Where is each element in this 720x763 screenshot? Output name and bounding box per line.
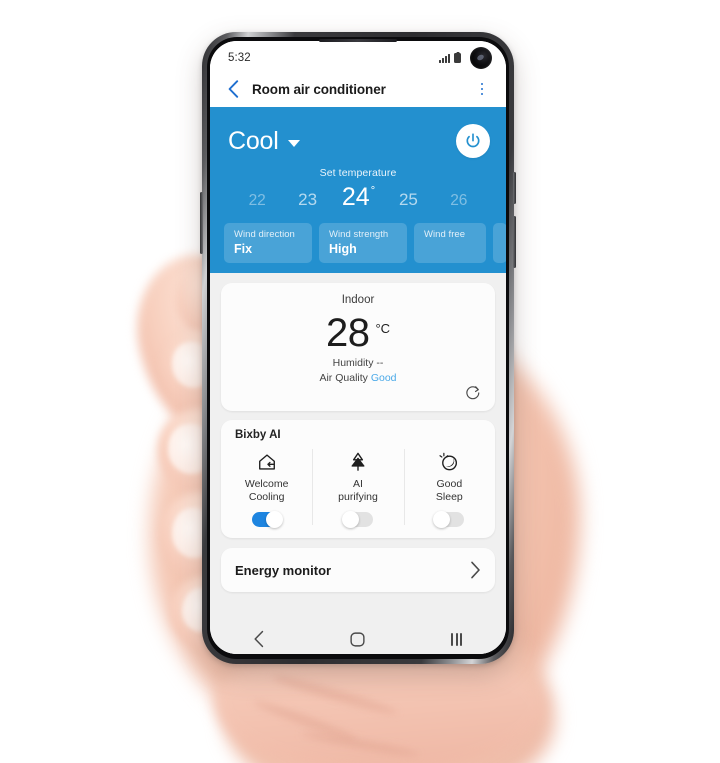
- hero-top-row: Cool: [210, 117, 506, 163]
- temperature-option-26[interactable]: 26: [434, 192, 484, 210]
- indoor-temperature-row: 28 °C: [221, 311, 495, 355]
- back-button[interactable]: [222, 78, 244, 100]
- scene-background: 5:32 Room air conditioner Cool Set tempe…: [0, 0, 720, 763]
- earpiece-speaker: [319, 39, 397, 42]
- indoor-status-card: Indoor 28 °C Humidity -- Air Quality Goo…: [221, 283, 495, 411]
- mode-selector[interactable]: Cool: [228, 127, 300, 156]
- degree-symbol: °: [370, 184, 376, 197]
- selected-temperature-value: 24: [341, 183, 370, 211]
- nav-recents-icon-bar: [455, 632, 458, 646]
- nav-back-button[interactable]: [232, 626, 286, 652]
- indoor-temperature-unit: °C: [375, 321, 391, 336]
- more-vertical-icon-dot: [480, 82, 484, 86]
- refresh-icon: [466, 386, 480, 400]
- temperature-option-25[interactable]: 25: [383, 190, 433, 210]
- temperature-slider[interactable]: 22 23 24° 25 26: [210, 183, 506, 212]
- status-icon-group: [439, 47, 492, 69]
- wind-direction-chip[interactable]: Wind direction Fix: [224, 223, 312, 263]
- pine-tree-icon: [348, 451, 368, 473]
- wind-strength-label: Wind strength: [329, 229, 389, 240]
- power-button[interactable]: [456, 124, 490, 158]
- moon-sleep-icon: [438, 451, 460, 473]
- air-quality-label: Air Quality: [319, 372, 368, 385]
- air-quality-row: Air Quality Good: [221, 372, 495, 384]
- indoor-card-title: Indoor: [341, 294, 375, 306]
- nav-back-icon: [254, 630, 264, 648]
- status-bar: 5:32: [210, 41, 506, 71]
- more-vertical-icon-dot: [480, 92, 484, 96]
- humidity-label: Humidity: [332, 357, 374, 370]
- set-temperature-label: Set temperature: [319, 167, 397, 179]
- bixby-item-good-sleep[interactable]: Good Sleep: [403, 447, 495, 529]
- welcome-cooling-toggle[interactable]: [251, 511, 283, 529]
- temperature-option-22[interactable]: 22: [232, 192, 282, 210]
- temperature-option-23[interactable]: 23: [282, 190, 332, 210]
- signal-icon: [439, 53, 450, 63]
- status-clock: 5:32: [228, 52, 251, 64]
- energy-monitor-row[interactable]: Energy monitor: [221, 548, 495, 593]
- humidity-row: Humidity --: [221, 357, 495, 369]
- bixby-side-button[interactable]: [200, 192, 203, 254]
- toggle-knob: [265, 511, 283, 529]
- wind-strength-value: High: [329, 242, 357, 256]
- next-chip-partial[interactable]: [493, 223, 506, 263]
- more-vertical-icon-dot: [480, 87, 484, 91]
- bixby-item-label: AI purifying: [338, 478, 378, 504]
- page-title: Room air conditioner: [252, 81, 386, 97]
- climate-control-panel: Cool Set temperature 22 23 24° 25 26 Win…: [210, 107, 506, 273]
- wind-free-label: Wind free: [424, 229, 466, 240]
- toggle-knob: [433, 511, 451, 529]
- ai-purifying-toggle[interactable]: [341, 511, 373, 529]
- wind-controls-row: Wind direction Fix Wind strength High Wi…: [210, 223, 506, 263]
- house-arrow-in-icon: [256, 451, 278, 473]
- nav-recents-icon-bar: [451, 632, 454, 646]
- wind-free-chip[interactable]: Wind free: [414, 223, 486, 263]
- power-icon: [466, 133, 480, 148]
- cards-container: Indoor 28 °C Humidity -- Air Quality Goo…: [210, 273, 506, 624]
- smartphone-device: 5:32 Room air conditioner Cool Set tempe…: [200, 32, 516, 664]
- air-quality-value: Good: [370, 372, 397, 385]
- wind-direction-value: Fix: [234, 242, 253, 256]
- toggle-knob: [341, 511, 359, 529]
- battery-icon: [454, 53, 461, 63]
- caret-down-icon: [287, 140, 300, 147]
- good-sleep-toggle[interactable]: [433, 511, 465, 529]
- wind-direction-label: Wind direction: [234, 229, 295, 240]
- bixby-ai-card: Bixby AI Welcome Cooling AI purifying Go…: [221, 420, 495, 539]
- bixby-item-ai-purifying[interactable]: AI purifying: [312, 447, 403, 529]
- app-content: Cool Set temperature 22 23 24° 25 26 Win…: [210, 107, 506, 654]
- nav-recents-button[interactable]: [430, 626, 484, 652]
- nav-home-button[interactable]: [331, 626, 385, 652]
- nav-recents-icon-bar: [460, 632, 462, 646]
- power-side-button[interactable]: [513, 216, 516, 268]
- bixby-item-welcome-cooling[interactable]: Welcome Cooling: [221, 447, 312, 529]
- chevron-left-icon: [228, 80, 238, 98]
- temperature-option-24-selected[interactable]: 24°: [333, 183, 383, 212]
- humidity-value: --: [376, 357, 384, 370]
- chevron-right-icon: [471, 561, 480, 579]
- wind-strength-chip[interactable]: Wind strength High: [319, 223, 407, 263]
- bixby-item-label: Good Sleep: [435, 478, 463, 504]
- phone-screen: 5:32 Room air conditioner Cool Set tempe…: [210, 41, 506, 654]
- android-navigation-bar: [210, 624, 506, 654]
- phone-bezel: 5:32 Room air conditioner Cool Set tempe…: [207, 37, 509, 659]
- front-camera-punchhole-icon: [470, 47, 492, 69]
- volume-button[interactable]: [513, 172, 516, 204]
- indoor-temperature-value: 28: [325, 311, 370, 355]
- mode-label: Cool: [228, 126, 279, 155]
- refresh-button[interactable]: [464, 384, 482, 402]
- bixby-item-label: Welcome Cooling: [244, 478, 289, 504]
- nav-home-icon: [350, 631, 366, 647]
- energy-monitor-label: Energy monitor: [235, 562, 332, 578]
- bixby-items-row: Welcome Cooling AI purifying Good Sleep: [221, 447, 495, 529]
- app-bar: Room air conditioner: [210, 71, 506, 107]
- more-options-button[interactable]: [472, 78, 492, 100]
- bixby-card-title: Bixby AI: [235, 429, 281, 441]
